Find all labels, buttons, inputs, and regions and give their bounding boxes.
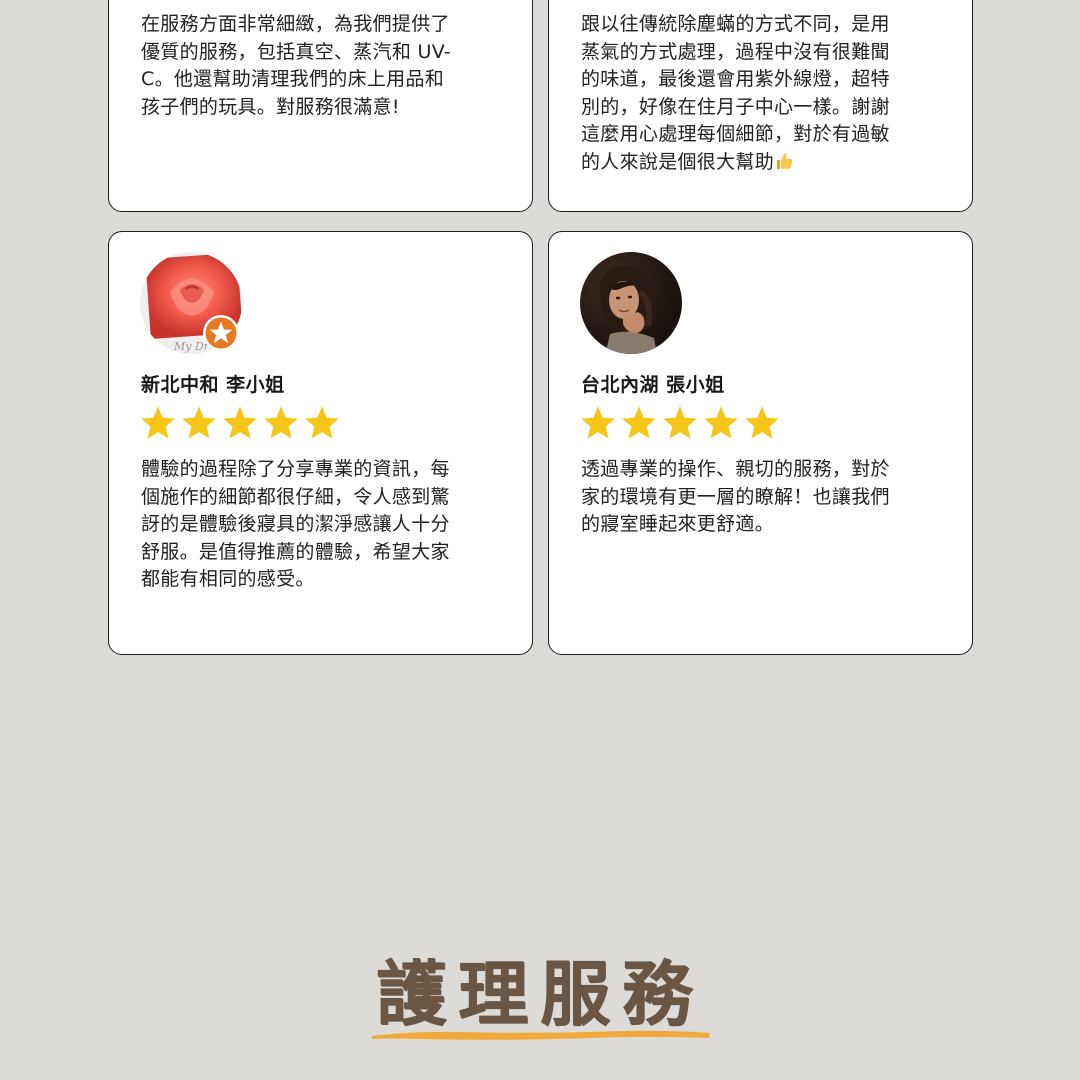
review-text-body: 跟以往傳統除塵蟎的方式不同，是用 蒸氣的方式處理，過程中沒有很難聞 的味道，最後… xyxy=(581,13,890,173)
review-card: My Dr 新北中和 李小姐 體驗的過程除了分享專業的資訊，每 個施作的細節都很… xyxy=(108,231,533,655)
review-text: 跟以往傳統除塵蟎的方式不同，是用 蒸氣的方式處理，過程中沒有很難聞 的味道，最後… xyxy=(581,11,911,176)
star-icon xyxy=(581,406,615,439)
star-icon xyxy=(182,406,216,439)
reviewer-name: 台北內湖 張小姐 xyxy=(581,374,725,396)
star-icon xyxy=(704,406,738,439)
review-text: 體驗的過程除了分享專業的資訊，每 個施作的細節都很仔細，令人感到驚 訝的是體驗後… xyxy=(141,458,450,590)
star-rating xyxy=(139,404,341,442)
review-card: 在服務方面非常細緻，為我們提供了 優質的服務，包括真空、蒸汽和 UV- C。他還… xyxy=(108,0,533,212)
star-icon xyxy=(141,406,175,439)
star-icon xyxy=(264,406,298,439)
reviewer-name: 新北中和 李小姐 xyxy=(141,374,285,396)
title-underline xyxy=(372,1030,710,1040)
section-title: 護理服務 xyxy=(376,953,704,1035)
star-icon xyxy=(663,406,697,439)
review-text: 透過專業的操作、親切的服務，對於 家的環境有更一層的瞭解！也讓我們 的寢室睡起來… xyxy=(581,458,890,535)
star-icon xyxy=(622,406,656,439)
star-icon xyxy=(305,406,339,439)
review-text: 在服務方面非常細緻，為我們提供了 優質的服務，包括真空、蒸汽和 UV- C。他還… xyxy=(141,13,452,118)
thumbs-up-icon xyxy=(777,152,793,169)
star-icon xyxy=(745,406,779,439)
badge-star-icon xyxy=(203,315,239,351)
review-card: 台北內湖 張小姐 透過專業的操作、親切的服務，對於 家的環境有更一層的瞭解！也讓… xyxy=(548,231,973,655)
star-rating xyxy=(579,404,781,442)
review-card: 跟以往傳統除塵蟎的方式不同，是用 蒸氣的方式處理，過程中沒有很難聞 的味道，最後… xyxy=(548,0,973,212)
star-icon xyxy=(223,406,257,439)
woman-portrait-avatar xyxy=(580,252,682,354)
rose-photo-avatar: My Dr xyxy=(140,252,242,354)
